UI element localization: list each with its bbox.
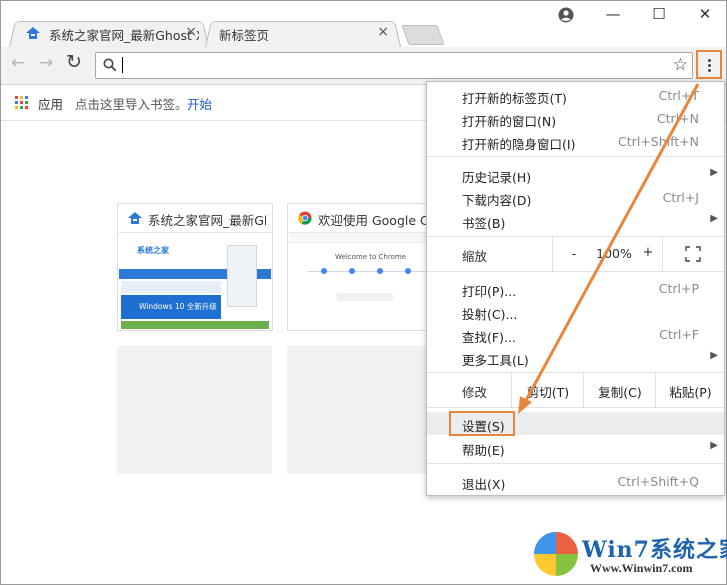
close-window-button[interactable]: ✕	[693, 5, 717, 23]
chrome-logo-icon	[298, 211, 312, 225]
preview-banner-text: Windows 10 全新升级	[139, 302, 217, 311]
address-bar[interactable]: ☆	[95, 52, 693, 79]
menu-item-bookmarks[interactable]: 书签(B) ▶	[427, 209, 724, 232]
menu-item-new-incognito-window[interactable]: 打开新的隐身窗口(I) Ctrl+Shift+N	[427, 130, 724, 153]
submenu-arrow-icon: ▶	[710, 213, 718, 224]
star-icon[interactable]: ☆	[673, 55, 688, 75]
watermark-brand: Win7系统之家	[582, 537, 727, 563]
import-bookmarks-text: 点击这里导入书签。	[75, 97, 188, 112]
minimize-button[interactable]: —	[601, 5, 625, 23]
menu-dot	[708, 59, 711, 62]
empty-tile	[287, 346, 442, 474]
menu-item-exit[interactable]: 退出(X) Ctrl+Shift+Q	[427, 470, 724, 493]
tab-xitongzhijia[interactable]: 系统之家官网_最新Ghost XP ×	[9, 19, 209, 47]
zoom-row: 缩放 - 100% +	[427, 237, 724, 271]
site-favicon-icon	[128, 212, 142, 224]
reload-icon[interactable]: ↻	[66, 51, 82, 73]
menu-item-find[interactable]: 查找(F)... Ctrl+F	[427, 323, 724, 346]
watermark: Win7系统之家 Www.Winwin7.com	[534, 530, 727, 580]
menu-separator	[427, 407, 724, 408]
chrome-main-menu: 打开新的标签页(T) Ctrl+T 打开新的窗口(N) Ctrl+N 打开新的隐…	[426, 81, 725, 496]
tab-title: 系统之家官网_最新Ghost XP	[49, 28, 199, 43]
tile-title: 欢迎使用 Google Chrome	[318, 213, 436, 228]
menu-item-new-tab[interactable]: 打开新的标签页(T) Ctrl+T	[427, 84, 724, 107]
toolbar: ← → ↻ ☆	[1, 47, 726, 85]
import-start-link[interactable]: 开始	[187, 94, 212, 113]
forward-arrow-icon[interactable]: →	[39, 53, 53, 73]
most-visited-tile[interactable]: 欢迎使用 Google Chrome Welcome to Chrome	[287, 203, 443, 331]
menu-dot	[708, 69, 711, 72]
tab-new-tab[interactable]: 新标签页 ×	[205, 19, 401, 47]
windows-logo-icon	[534, 532, 578, 576]
zoom-label: 缩放	[462, 249, 488, 264]
search-icon	[103, 58, 117, 72]
fullscreen-icon	[685, 246, 701, 262]
menu-item-new-window[interactable]: 打开新的窗口(N) Ctrl+N	[427, 107, 724, 130]
menu-item-downloads[interactable]: 下载内容(D) Ctrl+J	[427, 186, 724, 209]
zoom-out-button[interactable]: -	[552, 237, 595, 271]
chrome-menu-button[interactable]	[696, 50, 722, 79]
apps-grid-icon[interactable]	[15, 96, 28, 109]
menu-item-history[interactable]: 历史记录(H) ▶	[427, 163, 724, 186]
tile-header: 系统之家官网_最新Ghost XP	[118, 204, 272, 233]
submenu-arrow-icon: ▶	[710, 167, 718, 178]
menu-item-more-tools[interactable]: 更多工具(L) ▶	[427, 346, 724, 369]
tab-strip: 系统之家官网_最新Ghost XP × 新标签页 × — ☐ ✕	[1, 1, 726, 47]
tile-preview: 系统之家 Windows 10 全新升级	[119, 233, 271, 329]
account-icon[interactable]	[558, 7, 574, 23]
menu-separator	[427, 271, 724, 272]
edit-label: 修改	[462, 385, 488, 400]
tile-header: 欢迎使用 Google Chrome	[288, 204, 442, 233]
edit-row: 修改 剪切(T) 复制(C) 粘贴(P)	[427, 373, 724, 407]
empty-tile	[117, 346, 272, 474]
apps-link[interactable]: 应用	[38, 94, 63, 113]
cut-button[interactable]: 剪切(T)	[511, 373, 584, 407]
zoom-in-button[interactable]: +	[634, 245, 662, 260]
preview-welcome-text: Welcome to Chrome	[335, 253, 406, 261]
back-arrow-icon[interactable]: ←	[11, 53, 25, 73]
watermark-url: Www.Winwin7.com	[590, 561, 693, 575]
maximize-button[interactable]: ☐	[647, 5, 671, 23]
copy-button[interactable]: 复制(C)	[583, 373, 656, 407]
settings-annotation-box	[449, 411, 515, 436]
tab-close-icon[interactable]: ×	[377, 24, 389, 40]
submenu-arrow-icon: ▶	[710, 350, 718, 361]
menu-dot	[708, 64, 711, 67]
menu-separator	[427, 463, 724, 464]
new-tab-button[interactable]	[401, 25, 445, 45]
submenu-arrow-icon: ▶	[710, 440, 718, 451]
most-visited-tile[interactable]: 系统之家官网_最新Ghost XP 系统之家 Windows 10 全新升级	[117, 203, 273, 331]
tab-title: 新标签页	[219, 28, 270, 43]
site-favicon-icon	[26, 27, 40, 39]
menu-item-help[interactable]: 帮助(E) ▶	[427, 436, 724, 459]
paste-button[interactable]: 粘贴(P)	[655, 373, 725, 407]
menu-separator	[427, 156, 724, 157]
zoom-level: 100%	[596, 246, 632, 261]
menu-item-print[interactable]: 打印(P)... Ctrl+P	[427, 277, 724, 300]
text-caret	[122, 57, 123, 73]
tile-title: 系统之家官网_最新Ghost XP	[148, 213, 266, 228]
tab-close-icon[interactable]: ×	[185, 24, 197, 40]
preview-site-name: 系统之家	[137, 246, 169, 255]
menu-item-cast[interactable]: 投射(C)...	[427, 300, 724, 323]
fullscreen-button[interactable]	[662, 237, 725, 271]
tile-preview: Welcome to Chrome	[289, 233, 441, 329]
